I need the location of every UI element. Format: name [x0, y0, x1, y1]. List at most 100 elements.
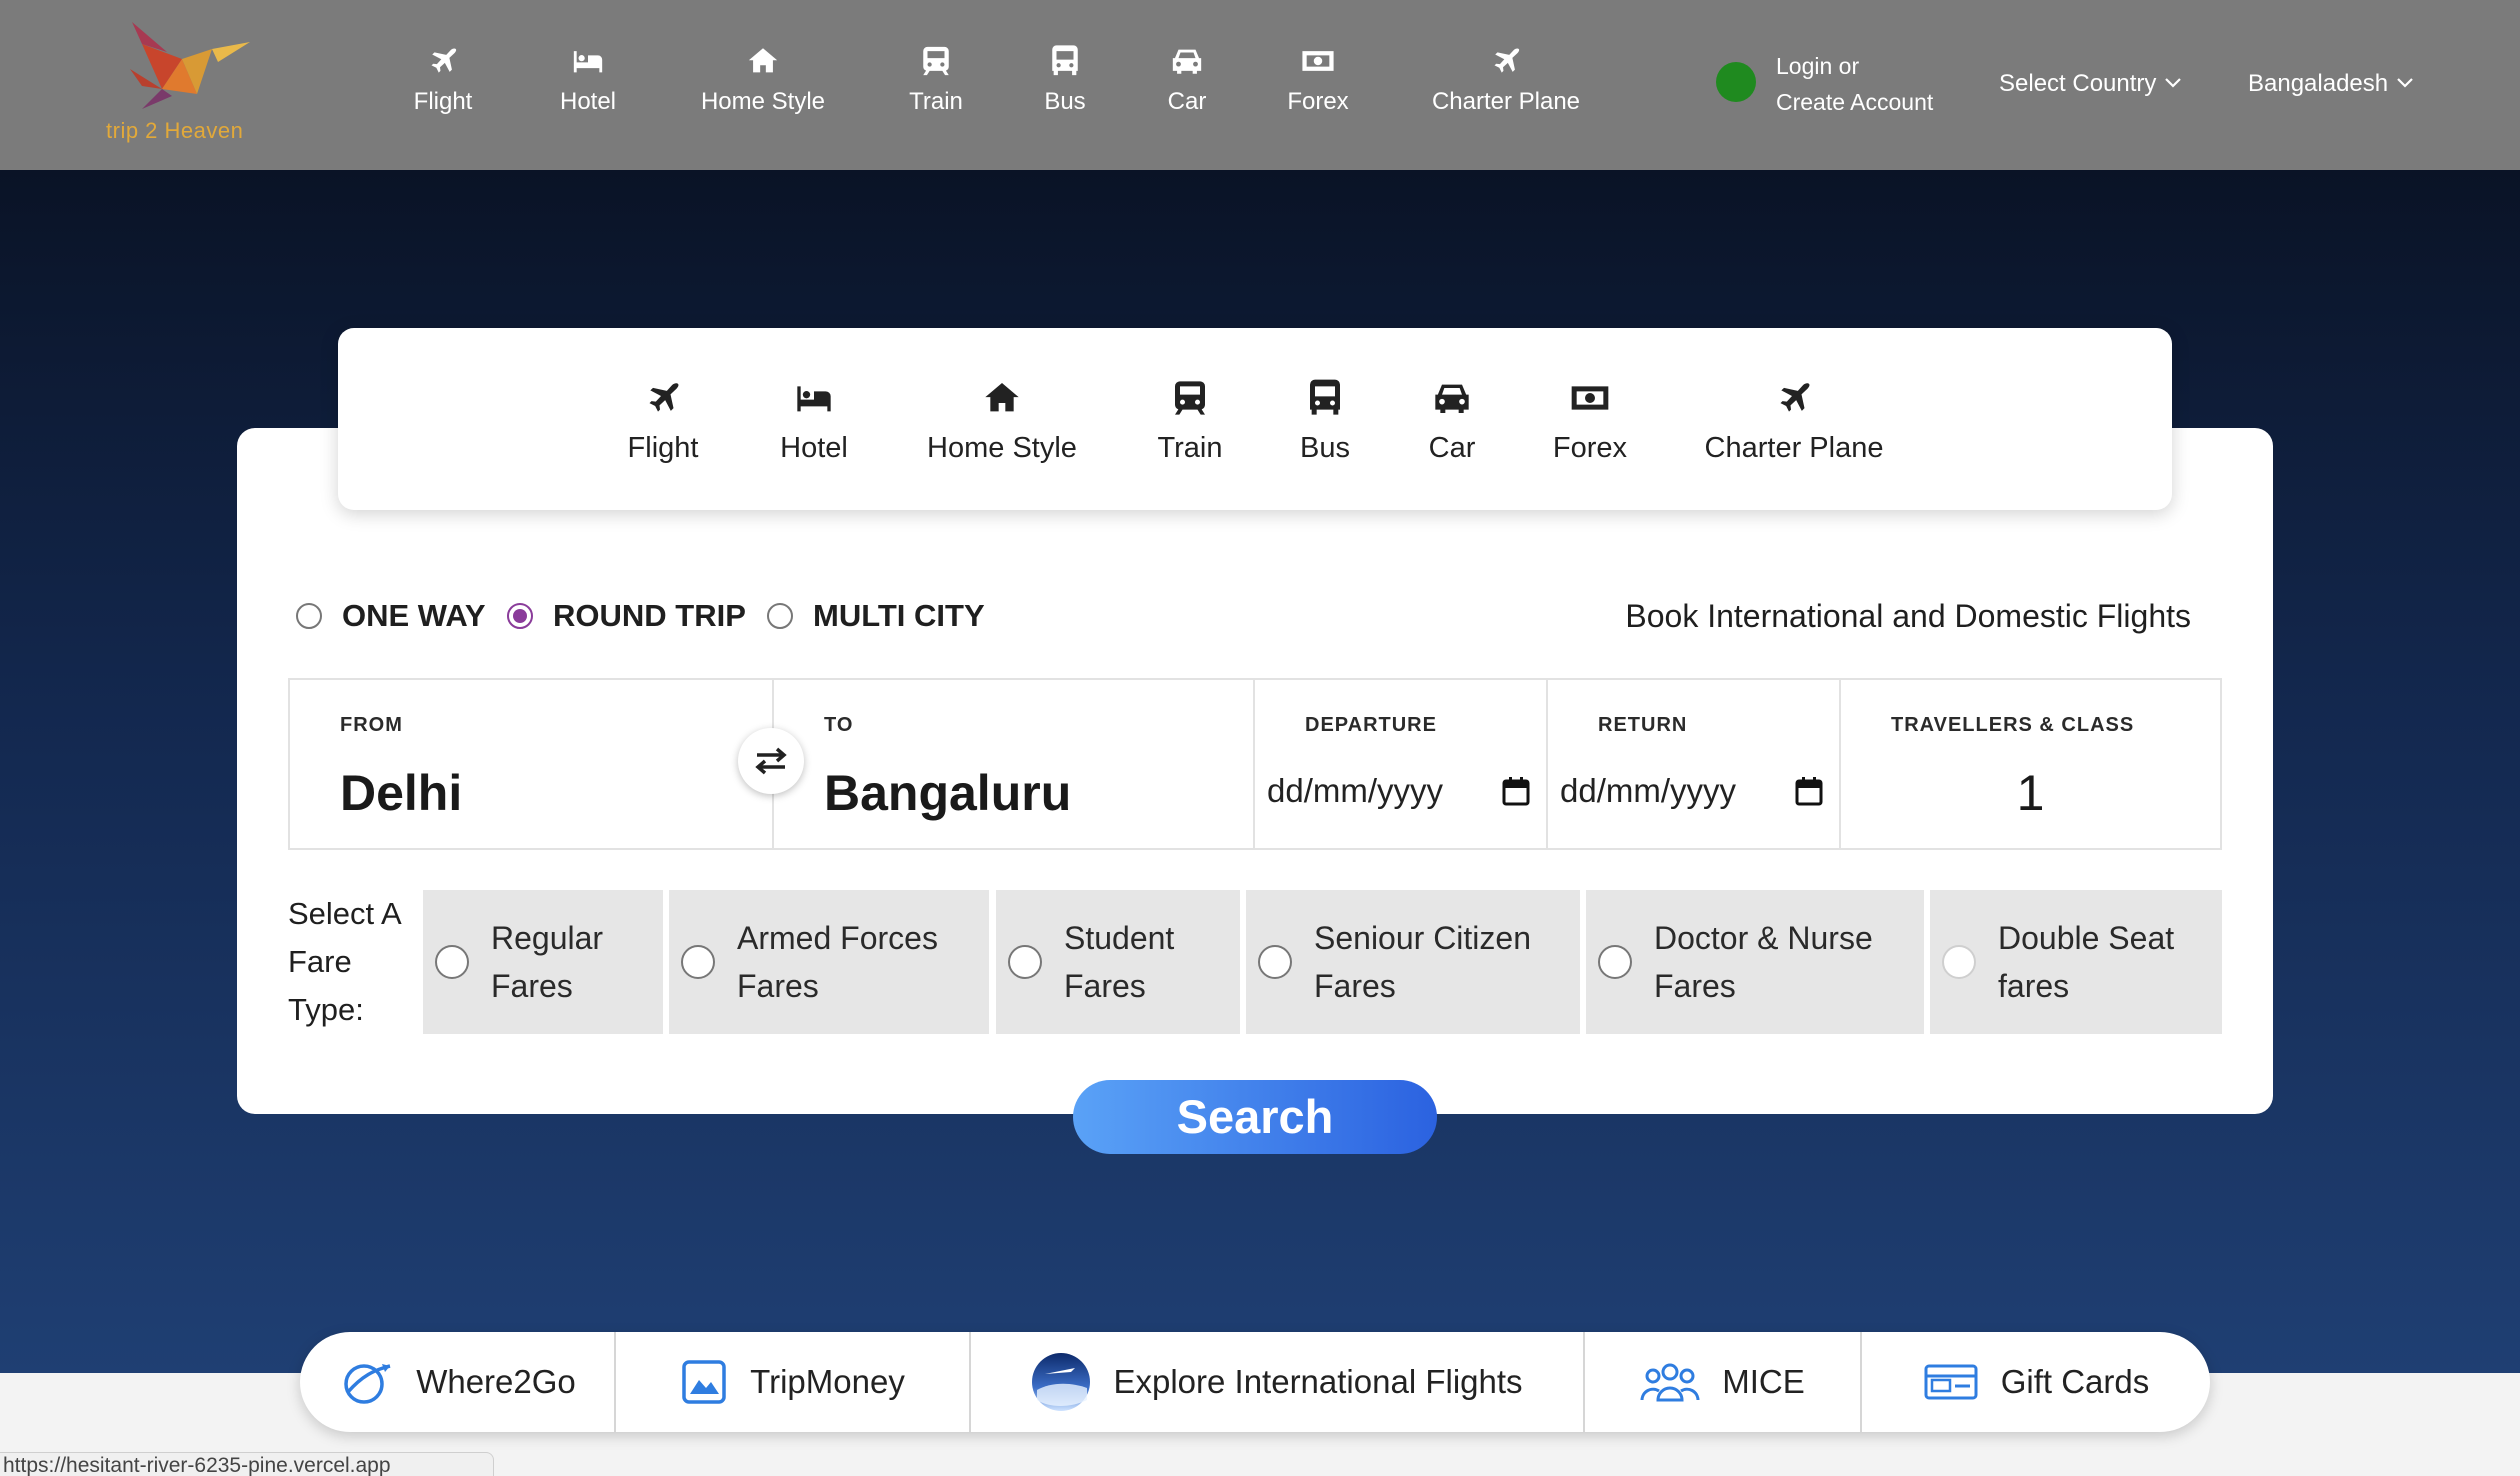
trip-type-multi-city[interactable]: MULTI CITY — [767, 598, 985, 634]
trip-type-round-trip[interactable]: ROUND TRIP — [507, 598, 746, 634]
topnav-item-home-style[interactable]: Home Style — [683, 44, 843, 116]
chevron-down-icon — [2396, 68, 2414, 96]
departure-label: DEPARTURE — [1305, 714, 1437, 736]
fare-radio[interactable] — [1598, 945, 1632, 979]
fare-type-label: Select A Fare Type: — [288, 890, 402, 1034]
return-field[interactable]: RETURN dd/mm/yyyy — [1548, 680, 1841, 848]
fare-option-doctor-nurse[interactable]: Doctor & Nurse Fares — [1586, 890, 1924, 1034]
fare-type-label-line: Fare — [288, 944, 352, 979]
quick-link-tripmoney[interactable]: TripMoney — [616, 1332, 971, 1432]
return-date-input[interactable]: dd/mm/yyyy — [1560, 772, 1736, 810]
plane-icon — [363, 44, 523, 80]
from-value[interactable]: Delhi — [340, 764, 462, 822]
logo-text: trip 2 Heaven — [106, 118, 244, 143]
home-icon — [912, 378, 1092, 420]
tab-label: Forex — [1552, 432, 1628, 464]
fare-option-seniour-citizen[interactable]: Seniour Citizen Fares — [1246, 890, 1580, 1034]
country-dropdown[interactable]: Bangaladesh — [2248, 68, 2414, 98]
tab-charter-plane[interactable]: Charter Plane — [1704, 378, 1884, 465]
calendar-icon[interactable] — [1502, 776, 1530, 811]
booking-tabs: Flight Hotel Home Style Train Bus Car Forex Cha… — [338, 328, 2172, 510]
calendar-icon[interactable] — [1795, 776, 1823, 811]
topnav-item-charter-plane[interactable]: Charter Plane — [1426, 44, 1586, 116]
fare-type-label-line: Type: — [288, 992, 364, 1027]
round-trip-radio[interactable] — [507, 603, 533, 629]
fare-name: Doctor & Nurse — [1654, 920, 1873, 956]
money-icon — [1238, 44, 1398, 80]
fare-radio[interactable] — [1258, 945, 1292, 979]
multi-city-label: MULTI CITY — [813, 598, 985, 633]
quick-link-mice[interactable]: MICE — [1585, 1332, 1862, 1432]
fare-name: Student — [1064, 920, 1175, 956]
departure-field[interactable]: DEPARTURE dd/mm/yyyy — [1255, 680, 1548, 848]
fare-option-double-seat[interactable]: Double Seat fares — [1930, 890, 2222, 1034]
fare-radio[interactable] — [1008, 945, 1042, 979]
site-logo[interactable]: trip 2 Heaven — [100, 14, 270, 154]
fare-suffix: Fares — [1314, 968, 1396, 1004]
fare-text: Regular Fares — [491, 914, 603, 1010]
travellers-value[interactable]: 1 — [1841, 764, 2220, 822]
trip-type-one-way[interactable]: ONE WAY — [296, 598, 486, 634]
fare-option-armed-forces[interactable]: Armed Forces Fares — [669, 890, 989, 1034]
fare-radio[interactable] — [1942, 945, 1976, 979]
from-label: FROM — [340, 714, 403, 736]
multi-city-radio[interactable] — [767, 603, 793, 629]
from-field[interactable]: FROM Delhi — [290, 680, 774, 848]
tab-label: Home Style — [927, 432, 1077, 464]
topnav-item-hotel[interactable]: Hotel — [508, 44, 668, 116]
browser-status-url: https://hesitant-river-6235-pine.vercel.… — [0, 1452, 494, 1476]
fare-option-regular[interactable]: Regular Fares — [423, 890, 663, 1034]
select-country-dropdown[interactable]: Select Country — [1999, 68, 2182, 98]
topnav-label: Bus — [1044, 88, 1086, 115]
bottom-quick-links: Where2Go TripMoney Explore International F… — [300, 1332, 2210, 1432]
departure-date-input[interactable]: dd/mm/yyyy — [1267, 772, 1443, 810]
fare-radio[interactable] — [681, 945, 715, 979]
fare-text: Double Seat fares — [1998, 914, 2174, 1010]
tab-label: Charter Plane — [1704, 432, 1884, 464]
topnav-label: Hotel — [559, 88, 617, 115]
swap-cities-button[interactable] — [738, 728, 804, 794]
to-field[interactable]: TO Bangaluru — [774, 680, 1255, 848]
login-link[interactable]: Login or Create Account — [1776, 48, 1933, 120]
gift-card-icon — [1923, 1362, 1979, 1402]
fare-name: Double Seat — [1998, 920, 2175, 956]
fare-name: Armed Forces — [737, 920, 938, 956]
tab-label: Flight — [627, 432, 699, 464]
earth-icon — [1031, 1352, 1091, 1412]
quick-link-label: MICE — [1722, 1363, 1805, 1400]
quick-link-label: TripMoney — [750, 1363, 905, 1400]
globe-plane-icon — [338, 1358, 394, 1406]
fare-name: Seniour Citizen — [1314, 920, 1531, 956]
tab-forex[interactable]: Forex — [1500, 378, 1680, 465]
swap-arrows-icon — [755, 747, 787, 775]
tab-home-style[interactable]: Home Style — [912, 378, 1092, 465]
fare-name: Regular — [491, 920, 604, 956]
search-fields: FROM Delhi TO Bangaluru DEPARTURE dd/mm/… — [288, 678, 2222, 850]
home-icon — [683, 44, 843, 80]
quick-link-explore-international-flights[interactable]: Explore International Flights — [971, 1332, 1585, 1432]
tab-label: Car — [1428, 432, 1476, 464]
search-button[interactable]: Search — [1073, 1080, 1437, 1154]
to-value[interactable]: Bangaluru — [824, 764, 1071, 822]
tab-label: Hotel — [780, 432, 848, 464]
travellers-field[interactable]: TRAVELLERS & CLASS 1 — [1841, 680, 2220, 848]
online-status-dot — [1716, 62, 1756, 102]
tab-hotel[interactable]: Hotel — [724, 378, 904, 465]
tab-label: Train — [1157, 432, 1223, 464]
round-trip-label: ROUND TRIP — [553, 598, 746, 633]
fare-text: Doctor & Nurse Fares — [1654, 914, 1873, 1010]
select-country-label: Select Country — [1999, 70, 2157, 97]
to-label: TO — [824, 714, 854, 736]
quick-link-gift-cards[interactable]: Gift Cards — [1862, 1332, 2210, 1432]
fare-suffix: Fares — [1064, 968, 1146, 1004]
topnav-item-forex[interactable]: Forex — [1238, 44, 1398, 116]
fare-radio[interactable] — [435, 945, 469, 979]
login-line: Login or — [1776, 53, 1860, 79]
one-way-radio[interactable] — [296, 603, 322, 629]
quick-link-where2go[interactable]: Where2Go — [300, 1332, 616, 1432]
topnav-item-flight[interactable]: Flight — [363, 44, 523, 116]
travellers-label: TRAVELLERS & CLASS — [1891, 714, 2135, 736]
bed-icon — [508, 44, 668, 80]
fare-option-student[interactable]: Student Fares — [996, 890, 1240, 1034]
group-icon — [1640, 1360, 1700, 1404]
